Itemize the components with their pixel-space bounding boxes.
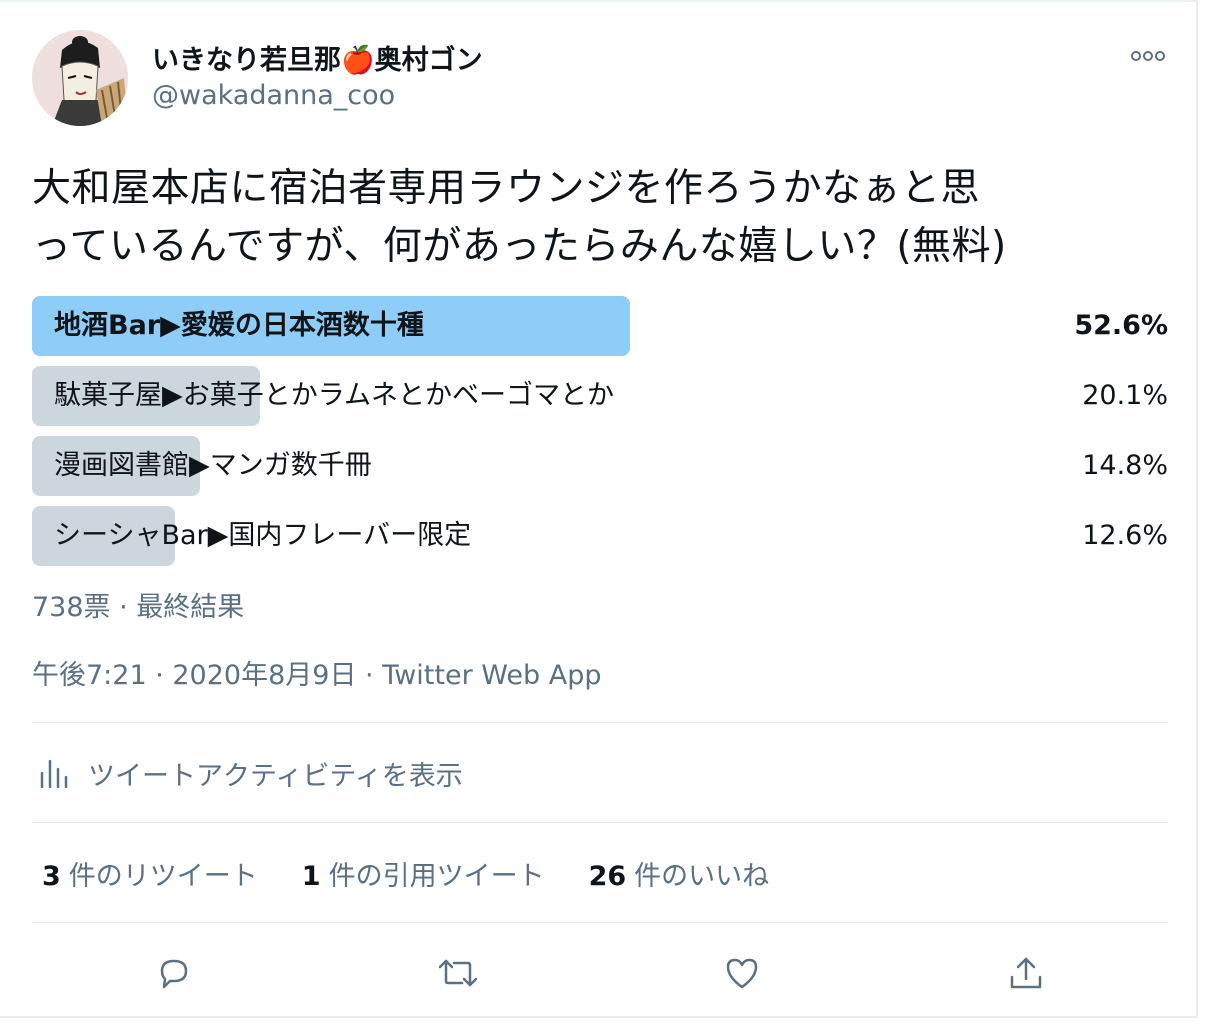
likes-stat[interactable]: 26 件のいいね bbox=[589, 854, 770, 893]
like-icon bbox=[726, 958, 758, 989]
display-name[interactable]: いきなり若旦那🍎奥村ゴン bbox=[152, 38, 483, 77]
divider bbox=[32, 922, 1168, 923]
tweet-activity-link[interactable]: ツイートアクティビティを表示 bbox=[32, 750, 463, 796]
action-bar bbox=[0, 946, 1198, 1000]
analytics-icon bbox=[40, 759, 68, 789]
share-icon bbox=[1010, 957, 1042, 989]
poll-option: シーシャBar▶国内フレーバー限定 12.6% bbox=[32, 506, 1168, 566]
divider bbox=[32, 822, 1168, 823]
more-icon bbox=[1131, 51, 1165, 61]
more-button[interactable] bbox=[1128, 42, 1168, 70]
retweets-label: 件のリツイート bbox=[68, 860, 258, 892]
quotes-stat[interactable]: 1 件の引用ツイート bbox=[302, 854, 545, 893]
like-button[interactable] bbox=[718, 946, 766, 1000]
tweet-card: いきなり若旦那🍎奥村ゴン @wakadanna_coo 大和屋本店に宿泊者専用ラ… bbox=[0, 0, 1198, 1018]
poll-option-label: 地酒Bar▶愛媛の日本酒数十種 bbox=[54, 310, 424, 341]
poll-option-percent: 12.6% bbox=[1082, 520, 1168, 551]
poll-option-percent: 20.1% bbox=[1082, 380, 1168, 411]
poll-option-label: 駄菓子屋▶お菓子とかラムネとかベーゴマとか bbox=[54, 380, 614, 411]
activity-label: ツイートアクティビティを表示 bbox=[88, 760, 463, 792]
retweets-stat[interactable]: 3 件のリツイート bbox=[42, 854, 258, 893]
poll-meta: 738票 · 最終結果 bbox=[32, 592, 245, 623]
poll-option-percent: 52.6% bbox=[1074, 310, 1168, 341]
ukiyoe-portrait-avatar bbox=[32, 30, 128, 126]
poll-option-percent: 14.8% bbox=[1082, 450, 1168, 481]
retweet-button[interactable] bbox=[434, 946, 482, 1000]
poll-option-label: 漫画図書館▶マンガ数千冊 bbox=[54, 450, 372, 481]
quotes-label: 件の引用ツイート bbox=[328, 860, 545, 892]
user-handle[interactable]: @wakadanna_coo bbox=[152, 80, 395, 111]
avatar[interactable] bbox=[32, 30, 128, 126]
divider bbox=[32, 722, 1168, 723]
share-button[interactable] bbox=[1002, 946, 1050, 1000]
poll-option-label: シーシャBar▶国内フレーバー限定 bbox=[54, 520, 472, 551]
poll-option: 地酒Bar▶愛媛の日本酒数十種 52.6% bbox=[32, 296, 1168, 356]
reply-icon bbox=[160, 959, 188, 989]
likes-label: 件のいいね bbox=[634, 860, 770, 892]
engagement-stats: 3 件のリツイート 1 件の引用ツイート 26 件のいいね bbox=[42, 850, 813, 896]
timestamp[interactable]: 午後7:21 · 2020年8月9日 · Twitter Web App bbox=[32, 653, 601, 692]
quotes-count: 1 bbox=[301, 860, 321, 892]
reply-button[interactable] bbox=[150, 946, 198, 1000]
retweets-count: 3 bbox=[42, 860, 61, 892]
likes-count: 26 bbox=[588, 860, 627, 892]
poll-option: 駄菓子屋▶お菓子とかラムネとかベーゴマとか 20.1% bbox=[32, 366, 1168, 426]
retweet-icon bbox=[438, 959, 478, 987]
poll-option: 漫画図書館▶マンガ数千冊 14.8% bbox=[32, 436, 1168, 496]
tweet-text: 大和屋本店に宿泊者専用ラウンジを作ろうかなぁと思 っているんですが、何があったら… bbox=[32, 166, 1007, 269]
